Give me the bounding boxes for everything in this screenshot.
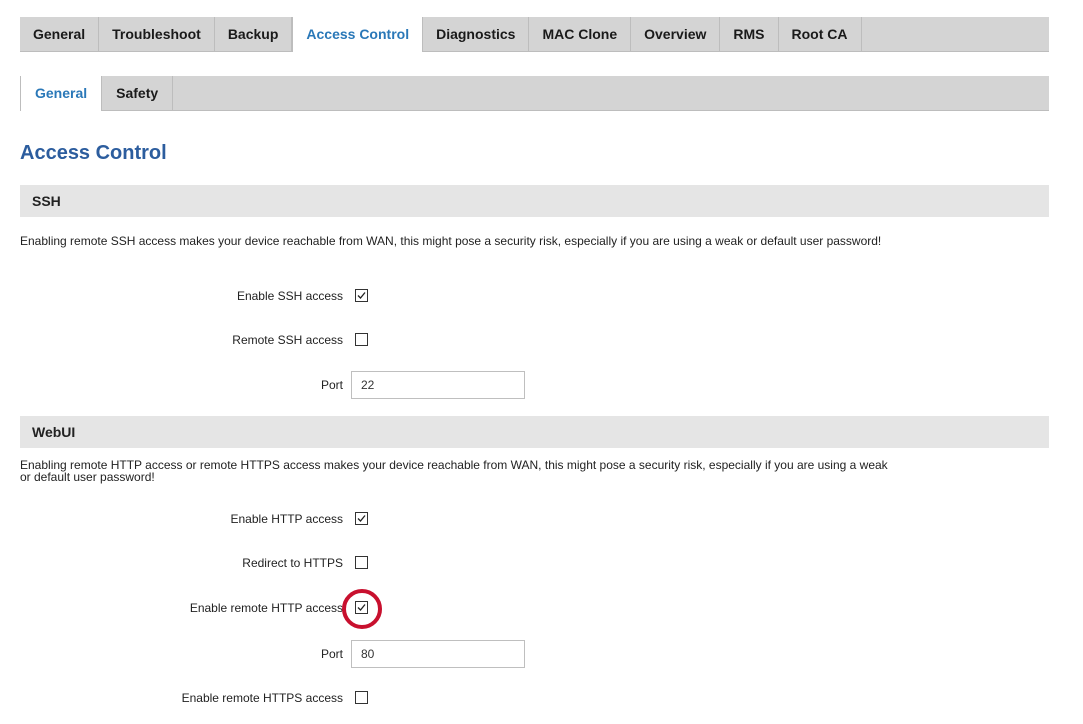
webui-section-header: WebUI xyxy=(20,416,1049,448)
remote-ssh-label: Remote SSH access xyxy=(232,333,343,347)
sub-tab-bar: General Safety xyxy=(20,76,1049,111)
remote-ssh-row: Remote SSH access xyxy=(0,331,600,351)
enable-ssh-row: Enable SSH access xyxy=(0,287,600,307)
highlight-circle xyxy=(342,589,382,629)
ssh-port-label: Port xyxy=(320,378,343,392)
tab-general[interactable]: General xyxy=(20,17,100,51)
tab-troubleshoot[interactable]: Troubleshoot xyxy=(99,17,215,51)
enable-http-checkbox[interactable] xyxy=(355,512,368,525)
subtab-safety[interactable]: Safety xyxy=(102,76,174,110)
webui-description-line-1: Enabling remote HTTP access or remote HT… xyxy=(20,458,888,472)
webui-description-line-2: or default user password! xyxy=(20,470,155,484)
enable-ssh-checkbox[interactable] xyxy=(355,289,368,302)
main-tab-bar: General Troubleshoot Backup Access Contr… xyxy=(20,17,1049,52)
enable-ssh-label: Enable SSH access xyxy=(236,289,343,303)
remote-http-row: Enable remote HTTP access xyxy=(0,599,600,619)
tab-root-ca[interactable]: Root CA xyxy=(779,17,862,51)
ssh-description: Enabling remote SSH access makes your de… xyxy=(20,234,882,248)
http-port-row: Port 80 xyxy=(0,640,600,668)
remote-http-label: Enable remote HTTP access xyxy=(189,601,343,615)
tab-diagnostics[interactable]: Diagnostics xyxy=(423,17,530,51)
tab-overview[interactable]: Overview xyxy=(631,17,721,51)
tab-mac-clone[interactable]: MAC Clone xyxy=(529,17,632,51)
subtab-general[interactable]: General xyxy=(20,76,103,111)
remote-ssh-checkbox[interactable] xyxy=(355,333,368,346)
remote-https-checkbox[interactable] xyxy=(355,691,368,704)
redirect-https-checkbox[interactable] xyxy=(355,556,368,569)
remote-https-row: Enable remote HTTPS access xyxy=(0,689,600,709)
tab-backup[interactable]: Backup xyxy=(215,17,293,51)
http-port-input[interactable]: 80 xyxy=(351,640,525,668)
webui-description: Enabling remote HTTP access or remote HT… xyxy=(20,459,1050,483)
ssh-port-input[interactable]: 22 xyxy=(351,371,525,399)
redirect-https-label: Redirect to HTTPS xyxy=(242,556,343,570)
ssh-port-row: Port 22 xyxy=(0,371,600,399)
tab-access-control[interactable]: Access Control xyxy=(292,17,424,52)
enable-http-row: Enable HTTP access xyxy=(0,510,600,530)
ssh-section-header: SSH xyxy=(20,185,1049,217)
page-title: Access Control xyxy=(20,142,167,164)
redirect-https-row: Redirect to HTTPS xyxy=(0,554,600,574)
enable-http-label: Enable HTTP access xyxy=(230,512,344,526)
tab-rms[interactable]: RMS xyxy=(720,17,779,51)
http-port-label: Port xyxy=(320,647,343,661)
checkmark-icon xyxy=(357,515,366,522)
remote-https-label: Enable remote HTTPS access xyxy=(181,691,343,705)
checkmark-icon xyxy=(357,292,366,299)
